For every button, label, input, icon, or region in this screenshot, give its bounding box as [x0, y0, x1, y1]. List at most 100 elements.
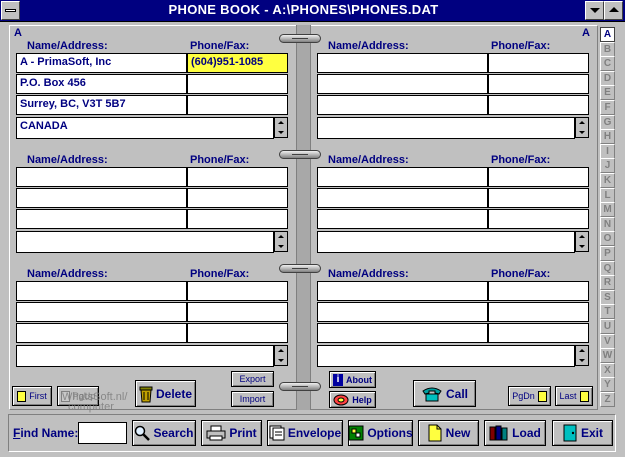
address-line-field[interactable] — [317, 281, 488, 301]
phone-fax-header: Phone/Fax: — [491, 154, 551, 166]
phone-field[interactable] — [187, 302, 288, 322]
letter-tab-z[interactable]: Z — [600, 392, 615, 407]
phone-field[interactable] — [488, 74, 589, 94]
address-line-field[interactable] — [16, 167, 187, 187]
phone-field[interactable] — [488, 302, 589, 322]
find-name-input[interactable] — [78, 422, 127, 444]
address-line-field[interactable] — [16, 281, 187, 301]
yellow-square-icon — [17, 390, 27, 402]
phone-field[interactable] — [187, 281, 288, 301]
address-memo-field[interactable] — [317, 117, 575, 139]
yellow-square-icon — [537, 390, 547, 402]
address-line-field[interactable] — [16, 188, 187, 208]
letter-tab-r[interactable]: R — [600, 275, 615, 291]
address-line-field[interactable] — [317, 53, 488, 73]
system-menu-button[interactable] — [1, 1, 20, 20]
phone-field-blank[interactable] — [488, 209, 589, 229]
address-memo-field[interactable]: CANADA — [16, 117, 274, 139]
address-line-field[interactable] — [317, 302, 488, 322]
phone-field[interactable] — [488, 53, 589, 73]
letter-tab-d[interactable]: D — [600, 70, 615, 86]
memo-scroll-spinner[interactable] — [274, 231, 288, 252]
letter-tab-b[interactable]: B — [600, 41, 615, 57]
maximize-button[interactable] — [604, 1, 623, 20]
load-button[interactable]: Load — [484, 420, 546, 446]
phone-field[interactable] — [488, 281, 589, 301]
letter-tab-w[interactable]: W — [600, 348, 615, 364]
address-line-field[interactable] — [16, 302, 187, 322]
address-line-field[interactable] — [16, 209, 187, 229]
address-line-field[interactable] — [317, 323, 488, 343]
minimize-button[interactable] — [585, 1, 604, 20]
first-button[interactable]: First — [12, 386, 52, 406]
phone-field[interactable] — [187, 74, 288, 94]
pgdn-button[interactable]: PgDn — [508, 386, 551, 406]
memo-scroll-spinner[interactable] — [274, 345, 288, 366]
phone-field[interactable] — [488, 167, 589, 187]
letter-tab-q[interactable]: Q — [600, 260, 615, 276]
phone-field[interactable]: (604)951-1085 — [187, 53, 288, 73]
phone-field-blank[interactable] — [187, 95, 288, 115]
export-button[interactable]: Export — [231, 371, 274, 387]
address-memo-field[interactable] — [317, 345, 575, 367]
phone-field-blank[interactable] — [187, 323, 288, 343]
letter-tab-t[interactable]: T — [600, 304, 615, 320]
name-address-header: Name/Address: — [27, 268, 108, 280]
address-line-field[interactable]: Surrey, BC, V3T 5B7 — [16, 95, 187, 115]
phone-field[interactable] — [187, 188, 288, 208]
address-line-field[interactable] — [317, 209, 488, 229]
letter-tab-u[interactable]: U — [600, 319, 615, 334]
letter-tab-k[interactable]: K — [600, 173, 615, 188]
letter-tab-l[interactable]: L — [600, 187, 615, 203]
letter-tab-o[interactable]: O — [600, 231, 615, 247]
letter-tab-e[interactable]: E — [600, 85, 615, 101]
letter-tab-p[interactable]: P — [600, 246, 615, 261]
letter-tab-j[interactable]: J — [600, 158, 615, 174]
phone-field-blank[interactable] — [488, 95, 589, 115]
memo-scroll-spinner[interactable] — [274, 117, 288, 138]
letter-tab-a[interactable]: A — [600, 27, 615, 42]
address-line-field[interactable] — [317, 95, 488, 115]
phone-field[interactable] — [488, 188, 589, 208]
search-button[interactable]: Search — [132, 420, 196, 446]
name-address-header: Name/Address: — [328, 154, 409, 166]
letter-tab-f[interactable]: F — [600, 100, 615, 115]
address-line-field[interactable]: A - PrimaSoft, Inc — [16, 53, 187, 73]
address-line-field[interactable]: P.O. Box 456 — [16, 74, 187, 94]
about-button[interactable]: i About — [329, 371, 376, 388]
address-line-field[interactable] — [317, 167, 488, 187]
address-line-field[interactable] — [16, 323, 187, 343]
address-memo-field[interactable] — [16, 345, 274, 367]
letter-tab-c[interactable]: C — [600, 56, 615, 72]
letter-tab-v[interactable]: V — [600, 333, 615, 349]
letter-tab-s[interactable]: S — [600, 289, 615, 305]
letter-tab-x[interactable]: X — [600, 362, 615, 378]
letter-tab-h[interactable]: H — [600, 129, 615, 145]
letter-tab-m[interactable]: M — [600, 202, 615, 218]
envelope-button[interactable]: Envelope — [267, 420, 343, 446]
delete-button[interactable]: Delete — [135, 380, 196, 407]
exit-button[interactable]: Exit — [552, 420, 613, 446]
address-line-field[interactable] — [317, 188, 488, 208]
options-button[interactable]: Options — [348, 420, 413, 446]
address-memo-field[interactable] — [317, 231, 575, 253]
new-button[interactable]: New — [418, 420, 479, 446]
print-button[interactable]: Print — [201, 420, 262, 446]
address-line-field[interactable] — [317, 74, 488, 94]
phone-field-blank[interactable] — [187, 209, 288, 229]
letter-tab-n[interactable]: N — [600, 216, 615, 232]
address-memo-field[interactable] — [16, 231, 274, 253]
import-button[interactable]: Import — [231, 391, 274, 407]
phone-field-blank[interactable] — [488, 323, 589, 343]
phone-field[interactable] — [187, 167, 288, 187]
memo-scroll-spinner[interactable] — [575, 117, 589, 138]
letter-tab-g[interactable]: G — [600, 114, 615, 130]
help-button[interactable]: Help — [329, 391, 376, 408]
call-button[interactable]: Call — [413, 380, 476, 407]
letter-tab-y[interactable]: Y — [600, 377, 615, 393]
left-page-letter: A — [14, 27, 22, 39]
memo-scroll-spinner[interactable] — [575, 345, 589, 366]
letter-tab-i[interactable]: I — [600, 143, 615, 159]
last-button[interactable]: Last — [555, 386, 593, 406]
memo-scroll-spinner[interactable] — [575, 231, 589, 252]
